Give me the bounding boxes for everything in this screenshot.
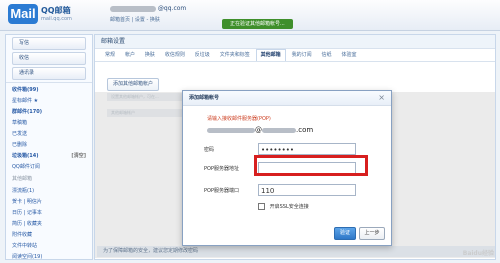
qqmail-title: QQ邮箱 bbox=[41, 6, 71, 15]
close-icon[interactable]: × bbox=[378, 93, 385, 102]
sidebar-item-deleted[interactable]: 已删除 bbox=[12, 140, 86, 151]
tab-account[interactable]: 帐户 bbox=[121, 50, 139, 61]
sidebar-item-group-mail[interactable]: 群邮件(170) bbox=[12, 107, 86, 118]
pop-server-highlight-box bbox=[254, 155, 368, 176]
left-sidebar: 写信 收信 通讯录 收件箱(99) 星标邮件 ★ 群邮件(170) 草稿箱 已发… bbox=[5, 34, 93, 260]
sidebar-item-file-transfer[interactable]: 文件中转站 bbox=[12, 241, 86, 252]
compose-button[interactable]: 写信 bbox=[12, 37, 86, 50]
contacts-button[interactable]: 通讯录 bbox=[12, 67, 86, 80]
sidebar-item-drafts[interactable]: 草稿箱 bbox=[12, 118, 86, 129]
receive-button[interactable]: 收信 bbox=[12, 52, 86, 65]
tab-stationery[interactable]: 信纸 bbox=[318, 50, 336, 61]
password-label: 密码 bbox=[204, 147, 215, 153]
back-button[interactable]: 上一步 bbox=[359, 227, 385, 240]
pop-server-label: POP服务器地址 bbox=[204, 166, 239, 172]
sidebar-item-subscriptions[interactable]: QQ邮件订阅 bbox=[12, 162, 86, 173]
tab-general[interactable]: 常规 bbox=[101, 50, 119, 61]
verify-button[interactable]: 验证 bbox=[334, 227, 356, 240]
email-suffix: .com bbox=[296, 126, 314, 134]
email-at: @ bbox=[255, 126, 262, 134]
other-mailbox-group-title: 其他邮箱 bbox=[12, 176, 33, 182]
email-address: @ .com bbox=[207, 126, 313, 134]
add-other-mailbox-button[interactable]: 添加其他邮箱帐户 bbox=[107, 78, 160, 91]
tab-folders[interactable]: 文件夹和标签 bbox=[216, 50, 254, 61]
pop-port-input[interactable]: 110 bbox=[258, 184, 356, 196]
add-mail-account-dialog: 添加邮箱帐号 × 请输入接收邮件服务器(POP) @ .com 密码 ••••••… bbox=[182, 90, 392, 246]
sidebar-item-drift-bottle[interactable]: 漂流瓶(1) bbox=[12, 186, 86, 197]
tab-other-mailbox[interactable]: 其他邮箱 bbox=[255, 49, 286, 61]
account-address: @qq.com bbox=[110, 5, 186, 12]
ssl-label: 开启SSL安全连接 bbox=[269, 204, 309, 210]
dialog-title: 添加邮箱帐号 bbox=[183, 91, 391, 106]
qqmail-logo[interactable]: Mail bbox=[8, 4, 38, 24]
dialog-instruction: 请输入接收邮件服务器(POP) bbox=[207, 116, 271, 122]
tab-lab[interactable]: 体验室 bbox=[337, 50, 360, 61]
top-links[interactable]: 邮箱首页 | 设置 - 换肤 bbox=[110, 16, 160, 23]
tab-anti-spam[interactable]: 反垃圾 bbox=[191, 50, 214, 61]
sidebar-item-cards[interactable]: 贺卡 | 明信片 bbox=[12, 197, 86, 208]
sidebar-item-attachments[interactable]: 附件收藏 bbox=[12, 230, 86, 241]
tab-rules[interactable]: 收信规则 bbox=[161, 50, 189, 61]
password-field[interactable]: •••••••• bbox=[258, 143, 356, 155]
blurred-email-user bbox=[207, 127, 255, 133]
top-header: Mail QQ邮箱 mail.qq.com @qq.com 邮箱首页 | 设置 … bbox=[0, 0, 500, 31]
sidebar-item-spam[interactable]: 垃圾箱(14) [清空] bbox=[12, 151, 86, 162]
ssl-checkbox[interactable] bbox=[258, 203, 265, 210]
sidebar-item-calendar[interactable]: 日历 | 记事本 bbox=[12, 208, 86, 219]
ssl-option[interactable]: 开启SSL安全连接 bbox=[258, 203, 309, 210]
blurred-email-domain bbox=[262, 127, 296, 133]
verification-notice: 正在验证其他邮箱帐号... bbox=[222, 19, 293, 29]
sidebar-divider bbox=[6, 82, 92, 83]
tab-skin[interactable]: 换肤 bbox=[141, 50, 159, 61]
pop-port-label: POP服务器端口 bbox=[204, 188, 239, 194]
sidebar-item-sent[interactable]: 已发送 bbox=[12, 129, 86, 140]
pop-port-row: POP服务器端口 110 bbox=[204, 184, 364, 198]
qqmail-domain: mail.qq.com bbox=[41, 16, 72, 22]
clear-spam-link[interactable]: [清空] bbox=[71, 151, 86, 162]
tab-subscriptions[interactable]: 我的订阅 bbox=[288, 50, 316, 61]
settings-tabs: 常规 帐户 换肤 收信规则 反垃圾 文件夹和标签 其他邮箱 我的订阅 信纸 体验… bbox=[95, 49, 495, 62]
sidebar-item-reading-space[interactable]: 阅读空间(19) bbox=[12, 252, 86, 263]
sidebar-item-inbox[interactable]: 收件箱(99) bbox=[12, 85, 86, 96]
sidebar-item-resume[interactable]: 简历 | 收藏夹 bbox=[12, 219, 86, 230]
baidu-watermark: Baidu经验 bbox=[462, 250, 494, 257]
sidebar-item-starred[interactable]: 星标邮件 ★ bbox=[12, 96, 86, 107]
account-suffix: @qq.com bbox=[157, 5, 187, 12]
blurred-account-name bbox=[110, 5, 156, 12]
spam-label: 垃圾箱(14) bbox=[12, 153, 39, 159]
page-title: 邮箱设置 bbox=[95, 35, 495, 49]
